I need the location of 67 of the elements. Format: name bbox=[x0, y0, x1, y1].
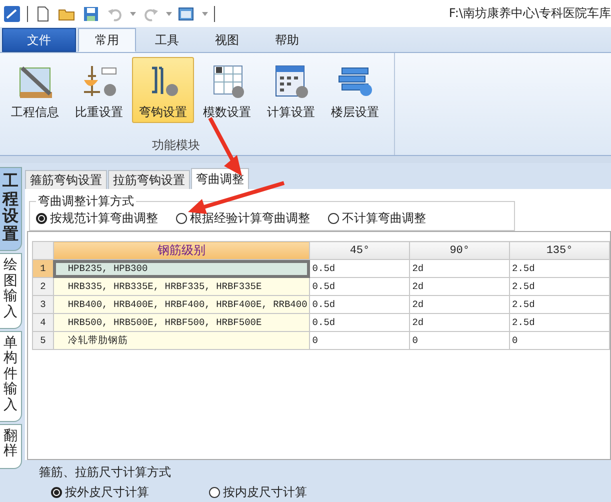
dropdown-caret-icon[interactable] bbox=[130, 12, 136, 16]
radio-indicator-icon[interactable] bbox=[51, 487, 62, 498]
radio-button[interactable]: 按规范计算弯曲调整 bbox=[36, 210, 158, 227]
ribbon-button[interactable]: 模数设置 bbox=[196, 57, 258, 123]
grade-cell[interactable]: 冷轧带肋钢筋 bbox=[53, 332, 310, 350]
ribbon-button[interactable]: 工程信息 bbox=[4, 57, 66, 123]
ribbon-tab[interactable]: 常用 bbox=[78, 28, 136, 52]
grade-cell[interactable]: HRB335, HRB335E, HRBF335, HRBF335E bbox=[53, 278, 310, 296]
column-header[interactable]: 45° bbox=[310, 242, 410, 260]
group-title: 弯曲调整计算方式 bbox=[37, 193, 135, 210]
ribbon-tab[interactable]: 帮助 bbox=[258, 28, 316, 52]
radio-button[interactable]: 按外皮尺寸计算 bbox=[51, 484, 149, 501]
settings-tab[interactable]: 弯曲调整 bbox=[191, 168, 249, 189]
radio-indicator-icon[interactable] bbox=[209, 487, 220, 498]
radio-button[interactable]: 不计算弯曲调整 bbox=[328, 210, 426, 227]
ribbon-button[interactable]: 比重设置 bbox=[68, 57, 130, 123]
ribbon-tab[interactable]: 工具 bbox=[138, 28, 196, 52]
row-number[interactable]: 2 bbox=[32, 278, 54, 296]
value-cell[interactable]: 2d bbox=[410, 278, 510, 296]
grade-cell[interactable]: HRB400, HRB400E, HRBF400, HRBF400E, RRB400 bbox=[53, 296, 310, 314]
column-header[interactable]: 90° bbox=[410, 242, 510, 260]
value-cell[interactable]: 0 bbox=[510, 332, 610, 350]
grade-cell[interactable]: HPB235, HPB300 bbox=[53, 260, 310, 278]
value-cell[interactable]: 0.5d bbox=[310, 278, 410, 296]
radio-indicator-icon[interactable] bbox=[328, 213, 339, 224]
row-number[interactable]: 5 bbox=[32, 332, 54, 350]
side-tab[interactable]: 单构件输入 bbox=[0, 330, 22, 422]
side-tab[interactable]: 工程设置 bbox=[0, 167, 22, 252]
row-number[interactable]: 3 bbox=[32, 296, 54, 314]
row-number[interactable]: 1 bbox=[32, 260, 54, 278]
dropdown-caret-icon[interactable] bbox=[202, 12, 208, 16]
ribbon-tab[interactable]: 视图 bbox=[198, 28, 256, 52]
window-title: F:\南坊康养中心\专科医院车库 bbox=[448, 5, 611, 22]
value-cell[interactable]: 0.5d bbox=[310, 314, 410, 332]
side-tab[interactable]: 绘图输入 bbox=[0, 253, 22, 329]
column-header[interactable]: 135° bbox=[510, 242, 610, 260]
radio-indicator-icon[interactable] bbox=[36, 213, 47, 224]
file-menu-button[interactable]: 文件 bbox=[2, 28, 76, 52]
save-icon[interactable] bbox=[82, 4, 100, 22]
radio-indicator-icon[interactable] bbox=[176, 213, 187, 224]
group-label: 功能模块 bbox=[152, 137, 200, 154]
value-cell[interactable]: 2.5d bbox=[510, 314, 610, 332]
dropdown-caret-icon[interactable] bbox=[166, 12, 172, 16]
value-cell[interactable]: 2d bbox=[410, 260, 510, 278]
window-icon[interactable] bbox=[178, 4, 196, 22]
value-cell[interactable]: 0 bbox=[410, 332, 510, 350]
value-cell[interactable]: 2d bbox=[410, 296, 510, 314]
row-number[interactable]: 4 bbox=[32, 314, 54, 332]
ribbon-button[interactable]: 弯钩设置 bbox=[132, 57, 194, 123]
value-cell[interactable]: 2.5d bbox=[510, 296, 610, 314]
section-title: 箍筋、拉筋尺寸计算方式 bbox=[39, 464, 172, 481]
settings-tab[interactable]: 箍筋弯钩设置 bbox=[25, 170, 107, 189]
grade-cell[interactable]: HRB500, HRB500E, HRBF500, HRBF500E bbox=[53, 314, 310, 332]
value-cell[interactable]: 0 bbox=[310, 332, 410, 350]
radio-button[interactable]: 根据经验计算弯曲调整 bbox=[176, 210, 310, 227]
value-cell[interactable]: 0.5d bbox=[310, 260, 410, 278]
app-icon[interactable] bbox=[3, 4, 21, 22]
value-cell[interactable]: 0.5d bbox=[310, 296, 410, 314]
value-cell[interactable]: 2.5d bbox=[510, 260, 610, 278]
value-cell[interactable]: 2.5d bbox=[510, 278, 610, 296]
ribbon-button[interactable]: 计算设置 bbox=[260, 57, 322, 123]
ribbon-button[interactable]: 楼层设置 bbox=[324, 57, 386, 123]
value-cell[interactable]: 2d bbox=[410, 314, 510, 332]
settings-tab[interactable]: 拉筋弯钩设置 bbox=[108, 170, 190, 189]
radio-button[interactable]: 按内皮尺寸计算 bbox=[209, 484, 307, 501]
column-header[interactable]: 钢筋级别 bbox=[53, 242, 310, 260]
side-tab[interactable]: 翻样 bbox=[0, 424, 22, 469]
